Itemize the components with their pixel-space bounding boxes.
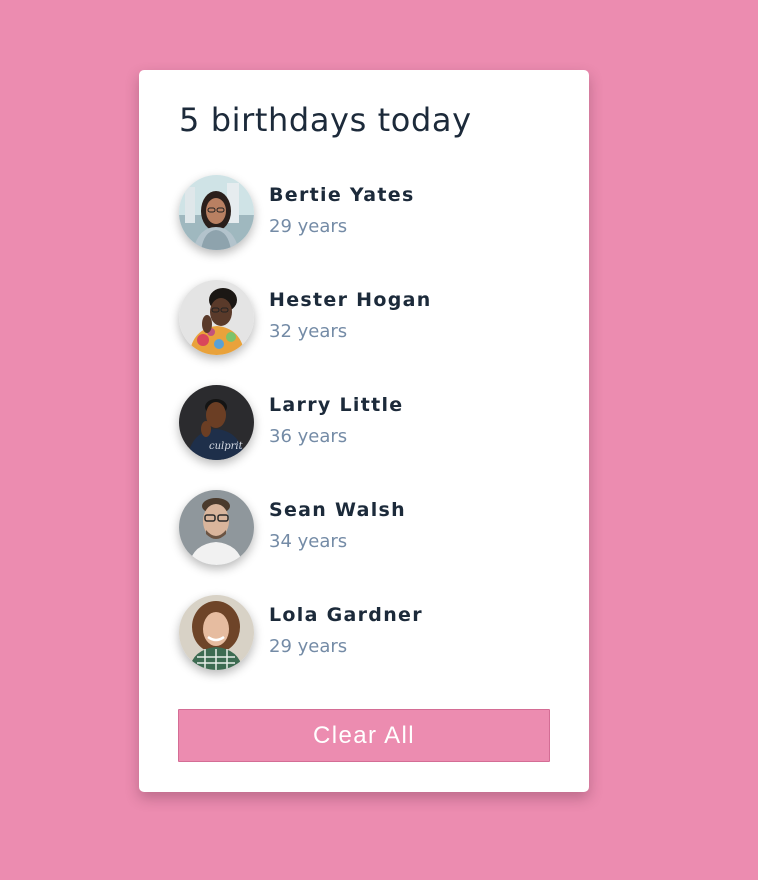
- person-age: 29 years: [269, 216, 348, 237]
- clear-all-button[interactable]: Clear All: [178, 709, 550, 762]
- person-name: Bertie Yates: [269, 184, 415, 206]
- svg-text:culprit: culprit: [209, 441, 244, 452]
- avatar: culprit: [179, 385, 254, 460]
- avatar: [179, 490, 254, 565]
- person-name: Hester Hogan: [269, 289, 432, 311]
- avatar: [179, 280, 254, 355]
- list-item: Bertie Yates 29 years: [179, 175, 559, 255]
- avatar: [179, 175, 254, 250]
- list-item: Sean Walsh 34 years: [179, 490, 559, 570]
- person-age: 29 years: [269, 636, 348, 657]
- list-item: culprit Larry Little 36 years: [179, 385, 559, 465]
- person-age: 34 years: [269, 531, 348, 552]
- avatar: [179, 595, 254, 670]
- list-item: Hester Hogan 32 years: [179, 280, 559, 360]
- person-age: 36 years: [269, 426, 348, 447]
- person-age: 32 years: [269, 321, 348, 342]
- card-title: 5 birthdays today: [179, 101, 472, 139]
- birthday-card: 5 birthdays today Bertie Yates 29 years: [139, 70, 589, 792]
- person-name: Larry Little: [269, 394, 404, 416]
- person-name: Lola Gardner: [269, 604, 423, 626]
- person-name: Sean Walsh: [269, 499, 406, 521]
- list-item: Lola Gardner 29 years: [179, 595, 559, 675]
